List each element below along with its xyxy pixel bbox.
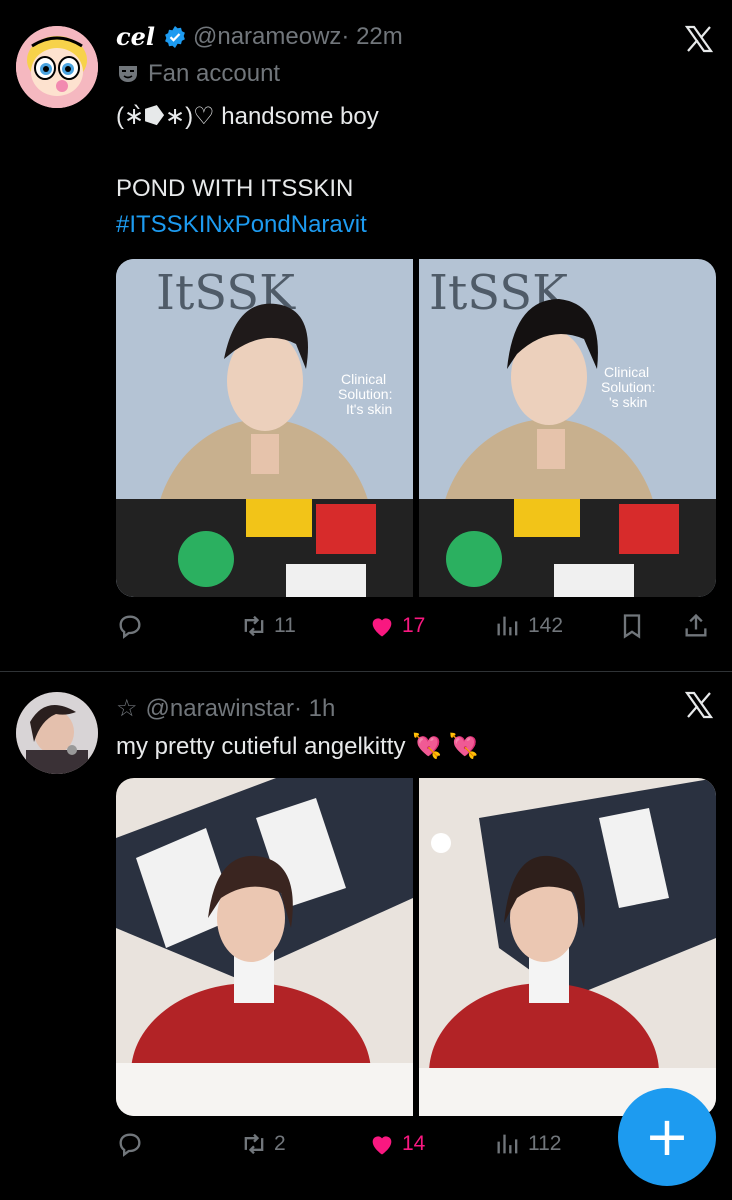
reply-button[interactable] (116, 612, 150, 640)
retweet-icon (244, 615, 264, 637)
profile-photo-image (16, 692, 98, 774)
event-photo-image (116, 778, 413, 1116)
timestamp[interactable]: · 22m (341, 23, 402, 51)
svg-text:'s skin: 's skin (609, 394, 647, 410)
event-photo-image-2 (419, 778, 716, 1116)
tweet-2-header: ☆ @narawinstar · 1h (116, 694, 335, 723)
tweet-1-actions: 11 17 142 (116, 612, 716, 652)
tweet-1-header: cel @narameowz · 22m (116, 22, 403, 51)
heart-icon (372, 618, 392, 637)
view-count: 142 (528, 614, 564, 637)
svg-text:It's skin: It's skin (346, 401, 392, 417)
bookmark-icon (623, 614, 641, 639)
tweet-2-media[interactable] (116, 778, 716, 1116)
views-button[interactable]: 112 (494, 1130, 561, 1158)
heart-icon (372, 1136, 392, 1155)
views-icon (497, 616, 518, 636)
powerpuff-avatar-image (16, 26, 98, 108)
verified-badge-icon (165, 25, 185, 48)
like-count: 14 (402, 1132, 426, 1155)
avatar-narawinstar[interactable] (16, 692, 98, 774)
handle[interactable]: @narawinstar (146, 695, 294, 723)
retweet-icon (244, 1133, 264, 1155)
press-photo-image: ItSSK Clinical Solution: It's skin (116, 259, 413, 597)
like-button[interactable]: 14 (368, 1130, 425, 1158)
bookmark-button[interactable] (618, 612, 646, 640)
svg-text:Clinical: Clinical (604, 364, 649, 380)
retweet-button[interactable]: 11 (240, 612, 296, 640)
photo-1[interactable] (116, 778, 413, 1116)
reply-icon (119, 1133, 141, 1157)
star-icon: ☆ (116, 695, 138, 722)
tweet-2-text: my pretty cutieful angelkitty 💘 💘 (116, 733, 479, 760)
retweet-count: 11 (274, 614, 296, 637)
handle[interactable]: @narameowz (193, 23, 341, 51)
share-button[interactable] (682, 612, 710, 640)
press-photo-image-2: ItSSK Clinical Solution: 's skin (419, 259, 716, 597)
like-button[interactable]: 17 (368, 612, 425, 640)
tweet-1-text-line2: POND WITH ITSSKIN (116, 175, 354, 202)
photo-2[interactable]: ItSSK Clinical Solution: 's skin (419, 259, 716, 597)
views-button[interactable]: 142 (494, 612, 563, 640)
reply-icon (119, 615, 141, 639)
tweet-1-text-line1: (∗̀⭓∗)♡ handsome boy (116, 103, 379, 130)
view-count: 112 (528, 1132, 562, 1155)
reply-button[interactable] (116, 1130, 150, 1158)
fan-account-text: Fan account (148, 60, 281, 87)
fan-account-label: Fan account (116, 60, 280, 88)
photo-1[interactable]: ItSSK Clinical Solution: It's skin (116, 259, 413, 597)
tweet-1[interactable]: cel @narameowz · 22m Fan account (∗̀⭓∗)♡… (0, 0, 732, 670)
mask-icon (119, 66, 137, 82)
svg-text:Solution:: Solution: (338, 386, 392, 402)
share-icon (685, 613, 707, 637)
timestamp[interactable]: · 1h (294, 695, 335, 723)
x-logo-icon[interactable] (684, 24, 714, 54)
retweet-count: 2 (274, 1132, 286, 1155)
svg-text:Solution:: Solution: (601, 379, 655, 395)
photo-2[interactable] (419, 778, 716, 1116)
plus-icon: + (644, 1105, 690, 1168)
views-icon (497, 1134, 518, 1154)
x-logo-icon[interactable] (684, 690, 714, 720)
display-name[interactable]: cel (116, 22, 155, 51)
hashtag-link[interactable]: #ITSSKINxPondNaravit (116, 211, 367, 239)
svg-text:Clinical: Clinical (341, 371, 386, 387)
like-count: 17 (402, 614, 426, 637)
retweet-button[interactable]: 2 (240, 1130, 286, 1158)
tweet-1-media[interactable]: ItSSK Clinical Solution: It's skin ItSSK… (116, 259, 716, 597)
compose-button[interactable]: + (618, 1088, 716, 1186)
avatar-cel[interactable] (16, 26, 98, 108)
